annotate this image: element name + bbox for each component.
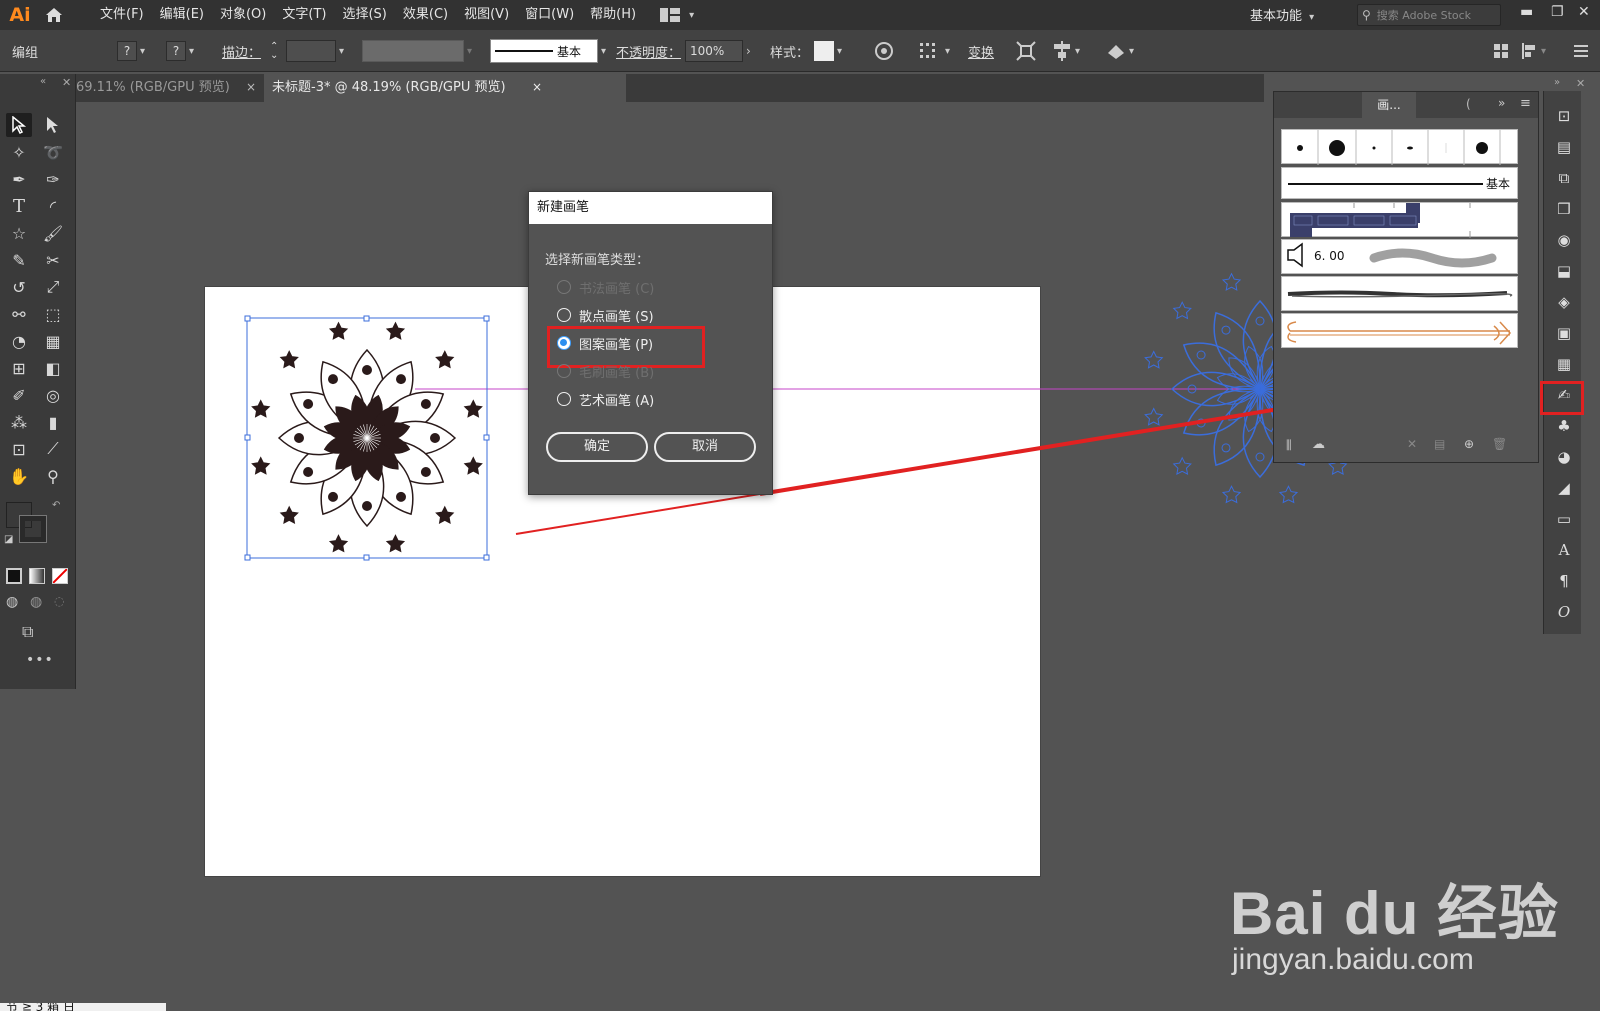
pattern-brush-swatch: [1290, 203, 1471, 238]
pattern-brush-row[interactable]: [1281, 202, 1518, 238]
bristle-brush-row[interactable]: 6. 00: [1281, 239, 1518, 274]
status-text: 节 ≧ 3 箱 日: [6, 1003, 75, 1011]
brush-type-prompt: 选择新画笔类型：: [545, 253, 650, 268]
calligraphic-brush-row: [1281, 129, 1519, 165]
transform-panel-icon[interactable]: ⬓: [1554, 261, 1574, 281]
tab-brushes[interactable]: 画...: [1362, 92, 1416, 118]
expand-panels-icon[interactable]: »: [1498, 96, 1505, 110]
art-brush-charcoal-row[interactable]: [1281, 276, 1518, 311]
stroke-panel-icon[interactable]: ◢: [1554, 478, 1574, 498]
radio-icon: [557, 308, 571, 322]
panel-menu-icon[interactable]: ≡: [1520, 96, 1531, 111]
radio-art-brush[interactable]: 艺术画笔 (A): [557, 389, 654, 409]
radio-label: 艺术画笔 (A): [579, 393, 655, 409]
charcoal-brush-swatch: [1287, 290, 1513, 298]
brush-dots[interactable]: [1282, 130, 1519, 165]
align-panel-icon[interactable]: ▤: [1554, 137, 1574, 157]
arrow-brush-swatch: [1287, 321, 1512, 345]
symbols-panel-icon[interactable]: ♣: [1554, 416, 1574, 436]
layers-panel-icon[interactable]: ◈: [1554, 292, 1574, 312]
radio-scatter-brush[interactable]: 散点画笔 (S): [557, 305, 654, 325]
radio-label: 毛刷画笔 (B): [579, 365, 655, 381]
graphic-styles-panel-icon[interactable]: ◕: [1554, 447, 1574, 467]
gradient-panel-icon[interactable]: ▭: [1554, 509, 1574, 529]
paragraph-panel-icon[interactable]: ¶: [1554, 571, 1574, 591]
radio-label: 散点画笔 (S): [579, 309, 654, 325]
libraries-panel-icon[interactable]: ❒: [1554, 199, 1574, 219]
brush-options-icon[interactable]: ▤: [1434, 437, 1445, 451]
basic-brush-label: 基本: [1486, 177, 1511, 191]
brushes-panel: 画... ( » ≡ 基本 6. 00 ⫼ ☁ ✕ ▤ ⊕ 🗑: [1273, 91, 1539, 463]
radio-icon: [557, 280, 571, 294]
swatches-panel-icon[interactable]: ▦: [1554, 354, 1574, 374]
artboards-panel-icon[interactable]: ⊡: [1554, 106, 1574, 126]
delete-brush-icon[interactable]: 🗑: [1492, 437, 1507, 451]
panel-dock: ⊡ ▤ ⧉ ❒ ◉ ⬓ ◈ ▣ ▦ ✍ ♣ ◕ ◢ ▭ A ¶ O: [1540, 91, 1584, 634]
radio-bristle-brush: 毛刷画笔 (B): [557, 361, 654, 381]
ok-button[interactable]: 确定: [546, 432, 648, 462]
brush-libraries-icon[interactable]: ⫼: [1286, 438, 1292, 453]
character-panel-icon[interactable]: A: [1554, 540, 1574, 560]
basic-brush-row[interactable]: 基本: [1281, 167, 1518, 199]
status-bar: 节 ≧ 3 箱 日: [0, 1003, 166, 1011]
tab-partial-icon[interactable]: (: [1466, 97, 1471, 111]
appearance-panel-icon[interactable]: ◉: [1554, 230, 1574, 250]
new-brush-dialog: 新建画笔 选择新画笔类型： 书法画笔 (C) 散点画笔 (S) 图案画笔 (P)…: [528, 191, 773, 495]
mandala-artwork[interactable]: [251, 321, 483, 553]
cancel-button[interactable]: 取消: [654, 432, 756, 462]
opentype-panel-icon[interactable]: O: [1554, 602, 1574, 622]
radio-label: 书法画笔 (C): [579, 281, 655, 297]
close-dock-icon[interactable]: ✕: [1576, 77, 1585, 90]
radio-icon: [557, 364, 571, 378]
bristle-size-value: 6. 00: [1314, 249, 1345, 263]
dialog-title: 新建画笔: [529, 192, 772, 224]
watermark-url: jingyan.baidu.com: [1232, 943, 1474, 976]
panel-header: 画... ( » ≡: [1274, 92, 1538, 118]
expand-dock-icon[interactable]: »: [1554, 77, 1560, 88]
radio-icon: [557, 392, 571, 406]
art-brush-arrow-row[interactable]: [1281, 313, 1518, 348]
pathfinder-panel-icon[interactable]: ⧉: [1554, 168, 1574, 188]
new-brush-icon[interactable]: ⊕: [1464, 437, 1474, 451]
radio-calligraphic-brush: 书法画笔 (C): [557, 277, 654, 297]
remove-brush-stroke-icon[interactable]: ✕: [1407, 437, 1417, 451]
watermark-logo: Bai du 经验: [1230, 880, 1560, 947]
libraries-panel-icon[interactable]: ☁: [1312, 437, 1325, 452]
asset-export-panel-icon[interactable]: ▣: [1554, 323, 1574, 343]
highlight-box: [1540, 381, 1584, 415]
